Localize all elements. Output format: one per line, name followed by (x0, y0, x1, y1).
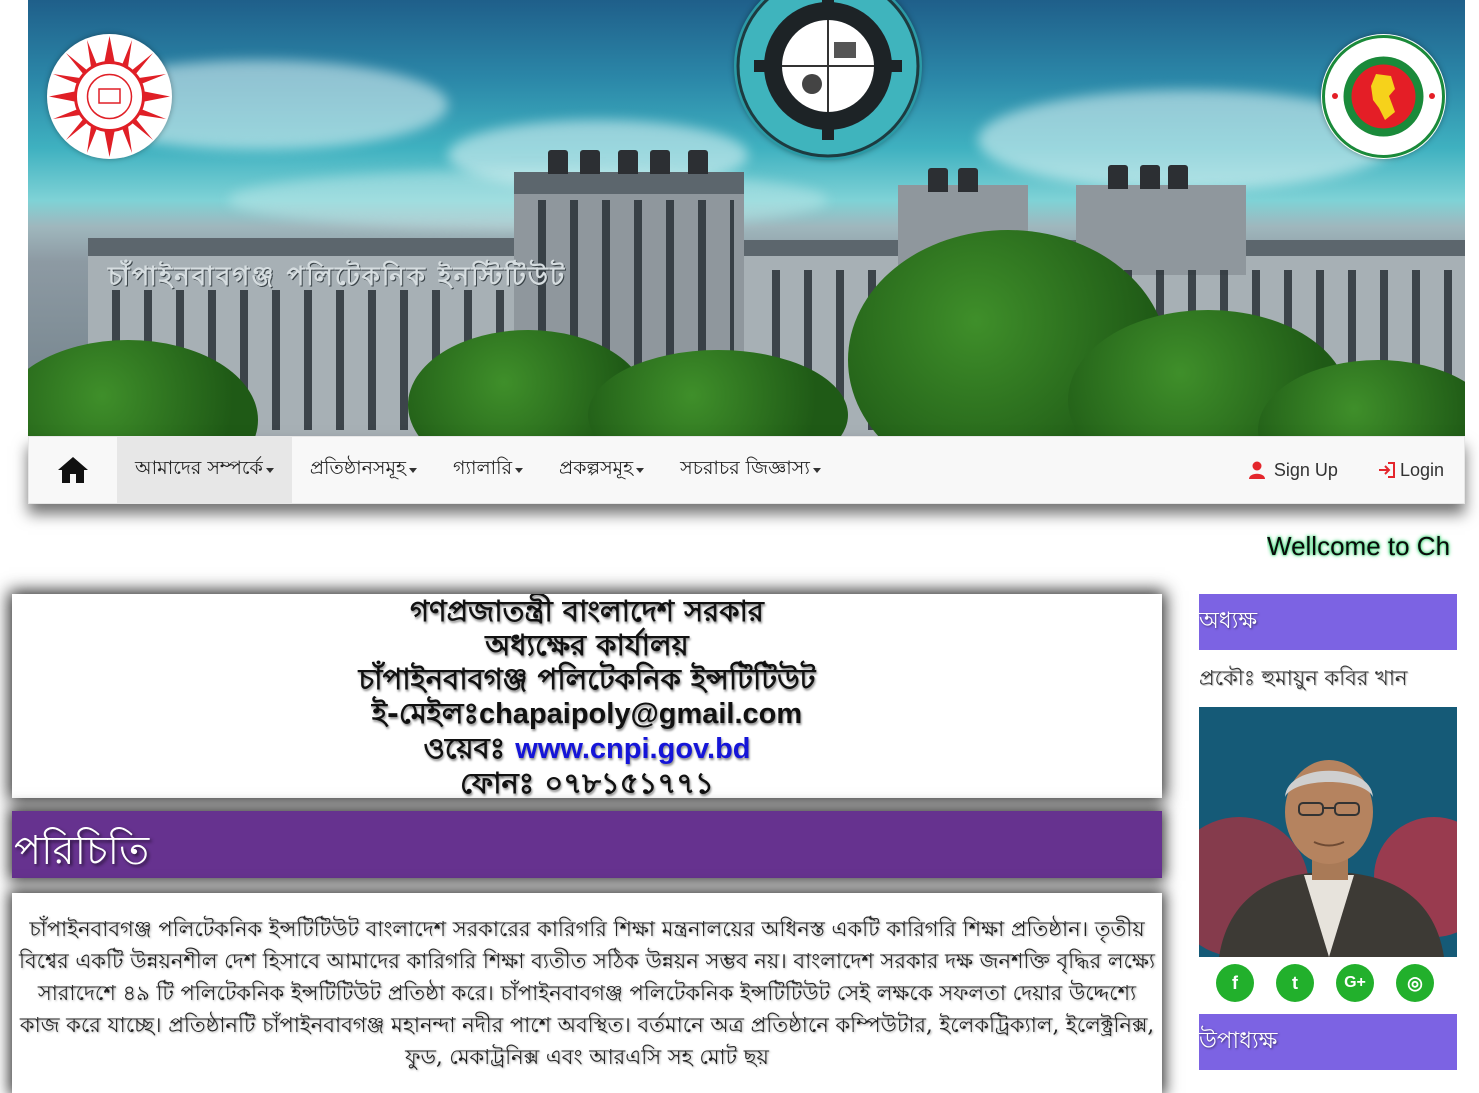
twitter-glyph: t (1292, 972, 1298, 993)
intro-heading-bar: পরিচিতি (12, 811, 1162, 878)
office-info-box: গণপ্রজাতন্ত্রী বাংলাদেশ সরকার অধ্যক্ষের … (12, 594, 1162, 798)
institute-line: চাঁপাইনবাবগঞ্জ পলিটেকনিক ইন্সটিটিউট (358, 662, 816, 696)
header-banner: চাঁপাইনবাবগঞ্জ পলিটেকনিক ইনস্টিটিউট (28, 0, 1465, 436)
signup-link[interactable]: Sign Up (1228, 437, 1358, 503)
principal-name: প্রকৌঃ হুমায়ুন কবির খান (1199, 666, 1408, 690)
website-link[interactable]: www.cnpi.gov.bd (515, 733, 750, 765)
email-line: ই-মেইলঃchapaipoly@gmail.com (12, 696, 1162, 731)
facebook-glyph: f (1232, 972, 1238, 993)
nav-institutions-label: প্রতিষ্ঠানসমূহ (309, 457, 407, 479)
nav-about-us[interactable]: আমাদের সম্পর্কে (117, 437, 292, 503)
nav-gallery-label: গ্যালারি (453, 457, 513, 479)
building-signage: চাঁপাইনবাবগঞ্জ পলিটেকনিক ইনস্টিটিউট (108, 262, 567, 292)
chevron-down-icon (265, 467, 274, 473)
vice-principal-heading: উপাধ্যক্ষ (1199, 1014, 1457, 1070)
technical-board-logo (47, 34, 172, 159)
intro-heading: পরিচিতি (14, 828, 150, 874)
nav-faq-label: সচরাচর জিজ্ঞাস্য (680, 457, 810, 479)
nav-projects[interactable]: প্রকল্পসমূহ (541, 437, 662, 503)
principal-photo (1199, 707, 1457, 957)
instagram-icon[interactable]: ◎ (1396, 964, 1434, 1002)
login-icon (1378, 462, 1395, 478)
nav-institutions[interactable]: প্রতিষ্ঠানসমূহ (292, 437, 435, 503)
principal-heading: অধ্যক্ষ (1199, 594, 1457, 650)
nav-faq[interactable]: সচরাচর জিজ্ঞাস্য (662, 437, 839, 503)
chevron-down-icon (409, 467, 418, 473)
office-line: অধ্যক্ষের কার্যালয় (485, 628, 689, 662)
main-navbar: আমাদের সম্পর্কে প্রতিষ্ঠানসমূহ গ্যালারি … (28, 436, 1465, 504)
government-seal (1321, 34, 1446, 159)
google-plus-icon[interactable]: G+ (1336, 964, 1374, 1002)
google-plus-glyph: G+ (1344, 974, 1366, 991)
phone-value: ০৭৮১৫১৭৭১ (544, 766, 714, 798)
web-line: ওয়েবঃ www.cnpi.gov.bd (12, 731, 1162, 766)
login-link[interactable]: Login (1358, 437, 1464, 503)
email-value: chapaipoly@gmail.com (478, 698, 803, 730)
nav-gallery[interactable]: গ্যালারি (435, 437, 541, 503)
web-label: ওয়েবঃ (423, 731, 506, 765)
intro-text: চাঁপাইনবাবগঞ্জ পলিটেকনিক ইন্সটিটিউট বাংল… (12, 893, 1162, 1093)
facebook-icon[interactable]: f (1216, 964, 1254, 1002)
login-label: Login (1399, 459, 1444, 480)
nav-about-us-label: আমাদের সম্পর্কে (135, 457, 263, 479)
phone-label: ফোনঃ (460, 766, 535, 798)
govt-line: গণপ্রজাতন্ত্রী বাংলাদেশ সরকার (410, 594, 764, 628)
nav-projects-label: প্রকল্পসমূহ (559, 457, 634, 479)
home-link[interactable] (29, 437, 117, 503)
institute-logo (734, 0, 922, 160)
chevron-down-icon (515, 467, 524, 473)
home-icon (58, 457, 88, 483)
twitter-icon[interactable]: t (1276, 964, 1314, 1002)
welcome-marquee: Wellcome to Ch (1267, 531, 1451, 561)
user-icon (1248, 461, 1265, 479)
email-label: ই-মেইলঃ (371, 696, 479, 730)
phone-line: ফোনঃ ০৭৮১৫১৭৭১ (12, 766, 1162, 798)
chevron-down-icon (812, 467, 821, 473)
instagram-glyph: ◎ (1407, 972, 1423, 993)
chevron-down-icon (636, 467, 645, 473)
signup-label: Sign Up (1273, 459, 1338, 480)
